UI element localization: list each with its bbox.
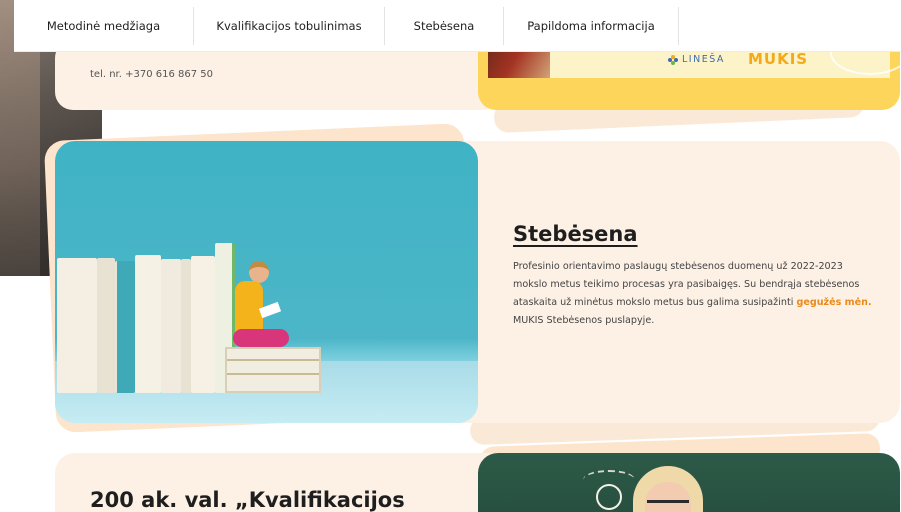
nav-item-label: Metodinė medžiaga	[46, 18, 161, 33]
book	[135, 255, 161, 393]
nav-item-label: Papildoma informacija	[527, 18, 655, 33]
qualification-title: 200 ak. val. „Kvalifikacijos	[90, 488, 405, 512]
book	[191, 256, 215, 393]
lightbulb-icon	[596, 484, 622, 510]
mukis-logo: MUKIS	[748, 50, 809, 68]
nav-item-metodine-medziaga[interactable]: Metodinė medžiaga	[14, 6, 194, 45]
monitoring-text-part2: MUKIS Stebėsenos puslapyje.	[513, 315, 655, 326]
book-stack	[225, 347, 321, 393]
reader-figure	[233, 329, 289, 347]
book	[97, 258, 115, 393]
reader-figure	[249, 261, 269, 283]
book	[115, 261, 135, 393]
monitoring-description: Profesinio orientavimo paslaugų stebėsen…	[513, 258, 873, 330]
nav-item-label: Stebėsena	[413, 18, 475, 33]
linesa-logo: LINEŠA	[668, 54, 725, 65]
nav-item-stebesena[interactable]: Stebėsena	[385, 6, 504, 45]
book	[161, 259, 181, 393]
book	[57, 258, 97, 393]
monitoring-text-highlight: gegužės mėn.	[796, 297, 872, 308]
contact-phone: tel. nr. +370 616 867 50	[90, 69, 213, 80]
book	[181, 259, 191, 393]
nav-item-kvalifikacijos-tobulinimas[interactable]: Kvalifikacijos tobulinimas	[194, 6, 385, 45]
monitoring-illustration	[55, 141, 478, 423]
teacher-glasses	[647, 500, 689, 510]
page: Metodinė medžiaga Kvalifikacijos tobulin…	[0, 0, 901, 512]
linesa-dots-icon	[668, 54, 678, 65]
monitoring-title-link[interactable]: Stebėsena	[513, 222, 638, 246]
nav-item-papildoma-informacija[interactable]: Papildoma informacija	[504, 6, 679, 45]
top-navigation: Metodinė medžiaga Kvalifikacijos tobulin…	[14, 0, 901, 52]
nav-item-label: Kvalifikacijos tobulinimas	[216, 18, 362, 33]
linesa-text: LINEŠA	[682, 54, 725, 65]
